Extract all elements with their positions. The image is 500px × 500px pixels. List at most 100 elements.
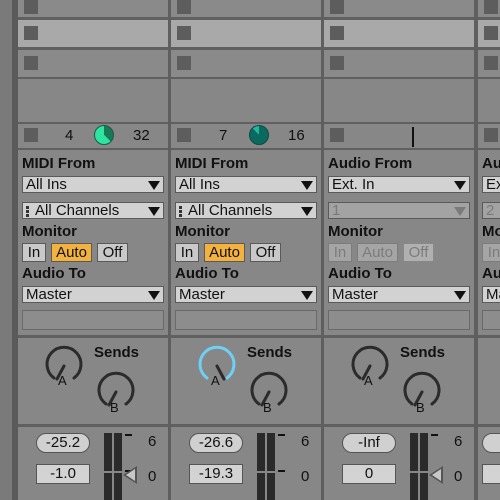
input-source-value: All Ins: [179, 176, 220, 193]
meter-label-0: 0: [148, 468, 157, 485]
track-1: 4 32 MIDI From All Ins All Channels Moni…: [18, 0, 168, 500]
input-channel-value: 1: [332, 202, 341, 219]
input-source-value: Ext. In: [486, 176, 500, 193]
clip-slot-selected[interactable]: [18, 20, 168, 47]
clip-status-row: 4 32: [18, 124, 168, 148]
volume-fader-handle[interactable]: [123, 466, 137, 484]
clip-slot-selected[interactable]: [478, 20, 500, 47]
input-source-dropdown[interactable]: Ext. In: [328, 176, 470, 193]
output-dropdown[interactable]: Master: [175, 286, 317, 303]
clip-slot[interactable]: [171, 50, 321, 77]
input-source-dropdown[interactable]: All Ins: [175, 176, 317, 193]
monitor-off-button[interactable]: Off: [97, 243, 128, 262]
output-dropdown[interactable]: Master: [482, 286, 500, 303]
clip-drop-area[interactable]: [171, 79, 321, 122]
pan-value-field[interactable]: [482, 464, 500, 484]
clip-stop-button[interactable]: [330, 0, 344, 14]
input-source-dropdown[interactable]: All Ins: [22, 176, 164, 193]
clip-slot-selected[interactable]: [171, 20, 321, 47]
pan-value-field[interactable]: 0: [342, 464, 396, 484]
volume-display[interactable]: -Inf: [342, 433, 396, 453]
mixer-section: -Inf 0 6 0: [324, 427, 474, 500]
clip-status-row: [478, 124, 500, 148]
mixer-section: -26.6 -19.3 6 0: [171, 427, 321, 500]
clip-slot-selected[interactable]: [324, 20, 474, 47]
monitor-in-button[interactable]: In: [22, 243, 46, 262]
input-channel-dropdown[interactable]: 2: [482, 202, 500, 219]
stop-all-button[interactable]: [484, 128, 498, 142]
sends-label: Sends: [400, 344, 446, 361]
clip-drop-area[interactable]: [18, 79, 168, 122]
clip-stop-button[interactable]: [330, 26, 344, 40]
output-dropdown[interactable]: Master: [22, 286, 164, 303]
pan-value-field[interactable]: -1.0: [36, 464, 90, 484]
loop-position: 7: [219, 127, 228, 144]
monitor-label: Monitor: [22, 223, 77, 240]
clip-stop-button[interactable]: [177, 0, 191, 14]
monitor-auto-button[interactable]: Auto: [204, 243, 245, 262]
output-channel-field[interactable]: [328, 310, 470, 330]
volume-display[interactable]: [482, 433, 500, 453]
monitor-off-button[interactable]: Off: [403, 243, 434, 262]
volume-display[interactable]: -25.2: [36, 433, 90, 453]
clip-drop-area[interactable]: [478, 79, 500, 122]
clip-stop-button[interactable]: [24, 56, 38, 70]
output-dropdown[interactable]: Master: [328, 286, 470, 303]
level-meter-left: [104, 433, 112, 500]
volume-display[interactable]: -26.6: [189, 433, 243, 453]
monitor-label: Monitor: [328, 223, 383, 240]
chevron-down-icon: [148, 181, 160, 190]
stop-all-button[interactable]: [330, 128, 344, 142]
meter-label-6: 6: [454, 433, 463, 450]
clip-stop-button[interactable]: [177, 26, 191, 40]
monitor-off-button[interactable]: Off: [250, 243, 281, 262]
chevron-down-icon: [454, 291, 466, 300]
input-channel-dropdown[interactable]: All Channels: [22, 202, 164, 219]
level-meter-right: [267, 433, 275, 500]
output-value: Master: [179, 286, 225, 303]
monitor-label: Monitor: [175, 223, 230, 240]
chevron-down-icon: [301, 291, 313, 300]
clip-stop-button[interactable]: [484, 0, 498, 14]
input-channel-value: 2: [486, 202, 495, 219]
sends-section: Sends A B: [18, 338, 168, 424]
input-channel-dropdown[interactable]: All Channels: [175, 202, 317, 219]
monitor-in-button[interactable]: In: [175, 243, 199, 262]
chevron-down-icon: [301, 207, 313, 216]
send-b-label: B: [263, 400, 272, 415]
output-value: Master: [332, 286, 378, 303]
output-channel-field[interactable]: [175, 310, 317, 330]
pan-value-field[interactable]: -19.3: [189, 464, 243, 484]
output-channel-field[interactable]: [482, 310, 500, 330]
stop-all-button[interactable]: [177, 128, 191, 142]
clip-stop-button[interactable]: [24, 26, 38, 40]
meter-label-6: 6: [148, 433, 157, 450]
volume-fader-handle[interactable]: [429, 466, 443, 484]
stop-all-button[interactable]: [24, 128, 38, 142]
output-channel-field[interactable]: [22, 310, 164, 330]
clip-drop-area[interactable]: [324, 79, 474, 122]
chevron-down-icon: [148, 207, 160, 216]
clip-slot[interactable]: [324, 50, 474, 77]
monitor-in-button[interactable]: In: [482, 243, 500, 262]
send-a-label: A: [58, 373, 67, 388]
clip-status-row: 7 16: [171, 124, 321, 148]
monitor-auto-button[interactable]: Auto: [51, 243, 92, 262]
clip-stop-button[interactable]: [330, 56, 344, 70]
monitor-auto-button[interactable]: Auto: [357, 243, 398, 262]
meter-zero-gap: [257, 471, 275, 473]
input-source-dropdown[interactable]: Ext. In: [482, 176, 500, 193]
clip-stop-button[interactable]: [177, 56, 191, 70]
monitor-in-button[interactable]: In: [328, 243, 352, 262]
clip-stop-button[interactable]: [24, 0, 38, 14]
clip-slot[interactable]: [478, 50, 500, 77]
meter-tick-0: [278, 470, 285, 472]
clip-stop-button[interactable]: [484, 56, 498, 70]
input-type-label: Audio From: [328, 155, 413, 172]
level-meter-left: [257, 433, 265, 500]
clip-stop-button[interactable]: [484, 26, 498, 40]
input-channel-dropdown[interactable]: 1: [328, 202, 470, 219]
clip-slot[interactable]: [18, 50, 168, 77]
loop-length: 16: [288, 127, 305, 144]
send-a-label: A: [211, 373, 220, 388]
